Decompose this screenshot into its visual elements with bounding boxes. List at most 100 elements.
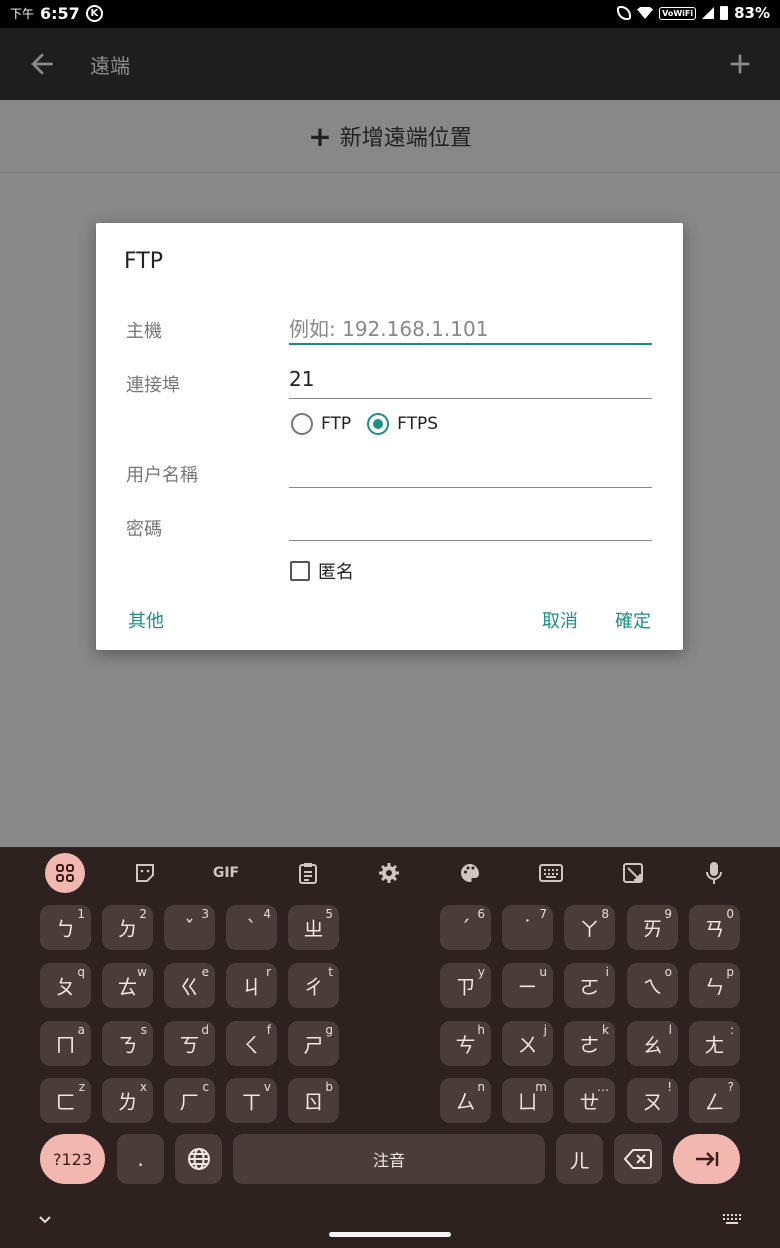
key-glyph: ㄚ xyxy=(579,917,600,941)
key-t[interactable]: ㄔt xyxy=(288,963,339,1008)
gear-icon[interactable] xyxy=(369,853,409,893)
anonymous-checkbox[interactable] xyxy=(290,561,310,581)
space-key[interactable]: 注音 xyxy=(233,1134,545,1184)
key-hint: : xyxy=(729,1023,734,1037)
host-field[interactable]: 例如: 192.168.1.101 xyxy=(289,309,652,345)
ok-button[interactable]: 確定 xyxy=(615,607,651,633)
key-x[interactable]: ㄌx xyxy=(102,1078,153,1123)
plus-icon: + xyxy=(308,119,332,153)
key-glyph: ㄈ xyxy=(55,1090,76,1114)
key-g[interactable]: ㄕg xyxy=(288,1021,339,1066)
backspace-key[interactable] xyxy=(614,1134,662,1184)
key-y[interactable]: ㄗy xyxy=(440,963,491,1008)
key-z[interactable]: ㄈz xyxy=(40,1078,91,1123)
key-glyph: ㄑ xyxy=(241,1033,262,1057)
key-hint: q xyxy=(77,965,85,979)
key-glyph: ˇ xyxy=(184,915,195,940)
symbols-key[interactable]: ?123 xyxy=(40,1134,105,1184)
er-key[interactable]: ㄦ xyxy=(556,1134,603,1184)
key-v[interactable]: ㄒv xyxy=(226,1078,277,1123)
key-hint: ? xyxy=(727,1080,734,1094)
key-glyph: ㄣ xyxy=(704,975,725,999)
radio-ftps-label: FTPS xyxy=(397,414,439,434)
key-glyph: ㄜ xyxy=(579,1033,600,1057)
key-8[interactable]: ㄚ8 xyxy=(564,905,615,950)
key-k[interactable]: ㄜk xyxy=(564,1021,615,1066)
key-n[interactable]: ㄙn xyxy=(440,1078,491,1123)
username-field[interactable] xyxy=(289,452,652,488)
period-key[interactable]: . xyxy=(117,1134,164,1184)
key-h[interactable]: ㄘh xyxy=(440,1021,491,1066)
key-3[interactable]: ˇ3 xyxy=(164,905,215,950)
key-b[interactable]: ㄖb xyxy=(288,1078,339,1123)
handwriting-icon[interactable] xyxy=(613,853,653,893)
key-f[interactable]: ㄑf xyxy=(226,1021,277,1066)
key-4[interactable]: ˋ4 xyxy=(226,905,277,950)
password-field[interactable] xyxy=(289,505,652,541)
key-q[interactable]: ㄆq xyxy=(40,963,91,1008)
key-glyph: ㄤ xyxy=(704,1033,725,1057)
key-m[interactable]: ㄩm xyxy=(502,1078,553,1123)
key-hint: 5 xyxy=(325,907,333,921)
radio-ftp[interactable] xyxy=(291,413,313,435)
key-hint: e xyxy=(201,965,209,979)
other-button[interactable]: 其他 xyxy=(128,607,164,633)
key-w[interactable]: ㄊw xyxy=(102,963,153,1008)
radio-ftps[interactable] xyxy=(367,413,390,435)
keyboard-icon[interactable] xyxy=(531,853,571,893)
key-r[interactable]: ㄐr xyxy=(226,963,277,1008)
keyboard-switch-icon[interactable] xyxy=(722,1212,742,1229)
key-glyph: ㄛ xyxy=(579,975,600,999)
key-glyph: ㄉ xyxy=(117,917,138,941)
key-1[interactable]: ㄅ1 xyxy=(40,905,91,950)
sticker-icon[interactable] xyxy=(125,853,165,893)
key-glyph: ㄍ xyxy=(179,975,200,999)
apps-grid-icon[interactable] xyxy=(45,853,85,893)
key-j[interactable]: ㄨj xyxy=(502,1021,553,1066)
key-6[interactable]: ˊ6 xyxy=(440,905,491,950)
clipboard-icon[interactable] xyxy=(288,853,328,893)
next-key[interactable] xyxy=(673,1134,740,1184)
key-glyph: ㄅ xyxy=(55,917,76,941)
key-a[interactable]: ㄇa xyxy=(40,1021,91,1066)
plus-icon[interactable] xyxy=(724,48,756,80)
palette-icon[interactable] xyxy=(450,853,490,893)
key-s[interactable]: ㄋs xyxy=(102,1021,153,1066)
hide-keyboard-chevron-icon[interactable] xyxy=(38,1210,52,1229)
key-o[interactable]: ㄟo xyxy=(627,963,678,1008)
key-hint: m xyxy=(535,1080,547,1094)
key-e[interactable]: ㄍe xyxy=(164,963,215,1008)
status-bar: 下午 6:57 K VoWiFi 83% xyxy=(0,0,780,28)
globe-icon xyxy=(187,1148,210,1170)
add-remote-button[interactable]: + 新增遠端位置 xyxy=(0,100,780,173)
key-![interactable]: ㄡ! xyxy=(627,1078,678,1123)
key-7[interactable]: ˙ 7 xyxy=(502,905,553,950)
key-glyph: ㄕ xyxy=(303,1033,324,1057)
key-c[interactable]: ㄏc xyxy=(164,1078,215,1123)
arrow-left-icon[interactable] xyxy=(26,48,58,80)
key-d[interactable]: ㄎd xyxy=(164,1021,215,1066)
key-i[interactable]: ㄛi xyxy=(564,963,615,1008)
key-p[interactable]: ㄣp xyxy=(689,963,740,1008)
key-hint: t xyxy=(328,965,333,979)
key-2[interactable]: ㄉ2 xyxy=(102,905,153,950)
key-?[interactable]: ㄥ? xyxy=(689,1078,740,1123)
nav-gesture-handle[interactable] xyxy=(329,1232,451,1237)
key-hint: f xyxy=(266,1023,271,1037)
cancel-button[interactable]: 取消 xyxy=(542,607,578,633)
microphone-icon[interactable] xyxy=(694,853,734,893)
key-glyph: ㄊ xyxy=(117,975,138,999)
key-…[interactable]: ㄝ… xyxy=(564,1078,615,1123)
gif-icon[interactable]: GIF xyxy=(206,853,246,893)
key-l[interactable]: ㄠl xyxy=(627,1021,678,1066)
globe-key[interactable] xyxy=(175,1134,222,1184)
key-:[interactable]: ㄤ: xyxy=(689,1021,740,1066)
key-hint: 8 xyxy=(601,907,609,921)
port-field[interactable]: 21 xyxy=(289,363,652,399)
key-0[interactable]: ㄢ0 xyxy=(689,905,740,950)
key-5[interactable]: ㄓ5 xyxy=(288,905,339,950)
key-glyph: ㄨ xyxy=(517,1033,538,1057)
key-glyph: ˋ xyxy=(246,915,257,940)
key-u[interactable]: ㄧu xyxy=(502,963,553,1008)
key-9[interactable]: ㄞ9 xyxy=(627,905,678,950)
